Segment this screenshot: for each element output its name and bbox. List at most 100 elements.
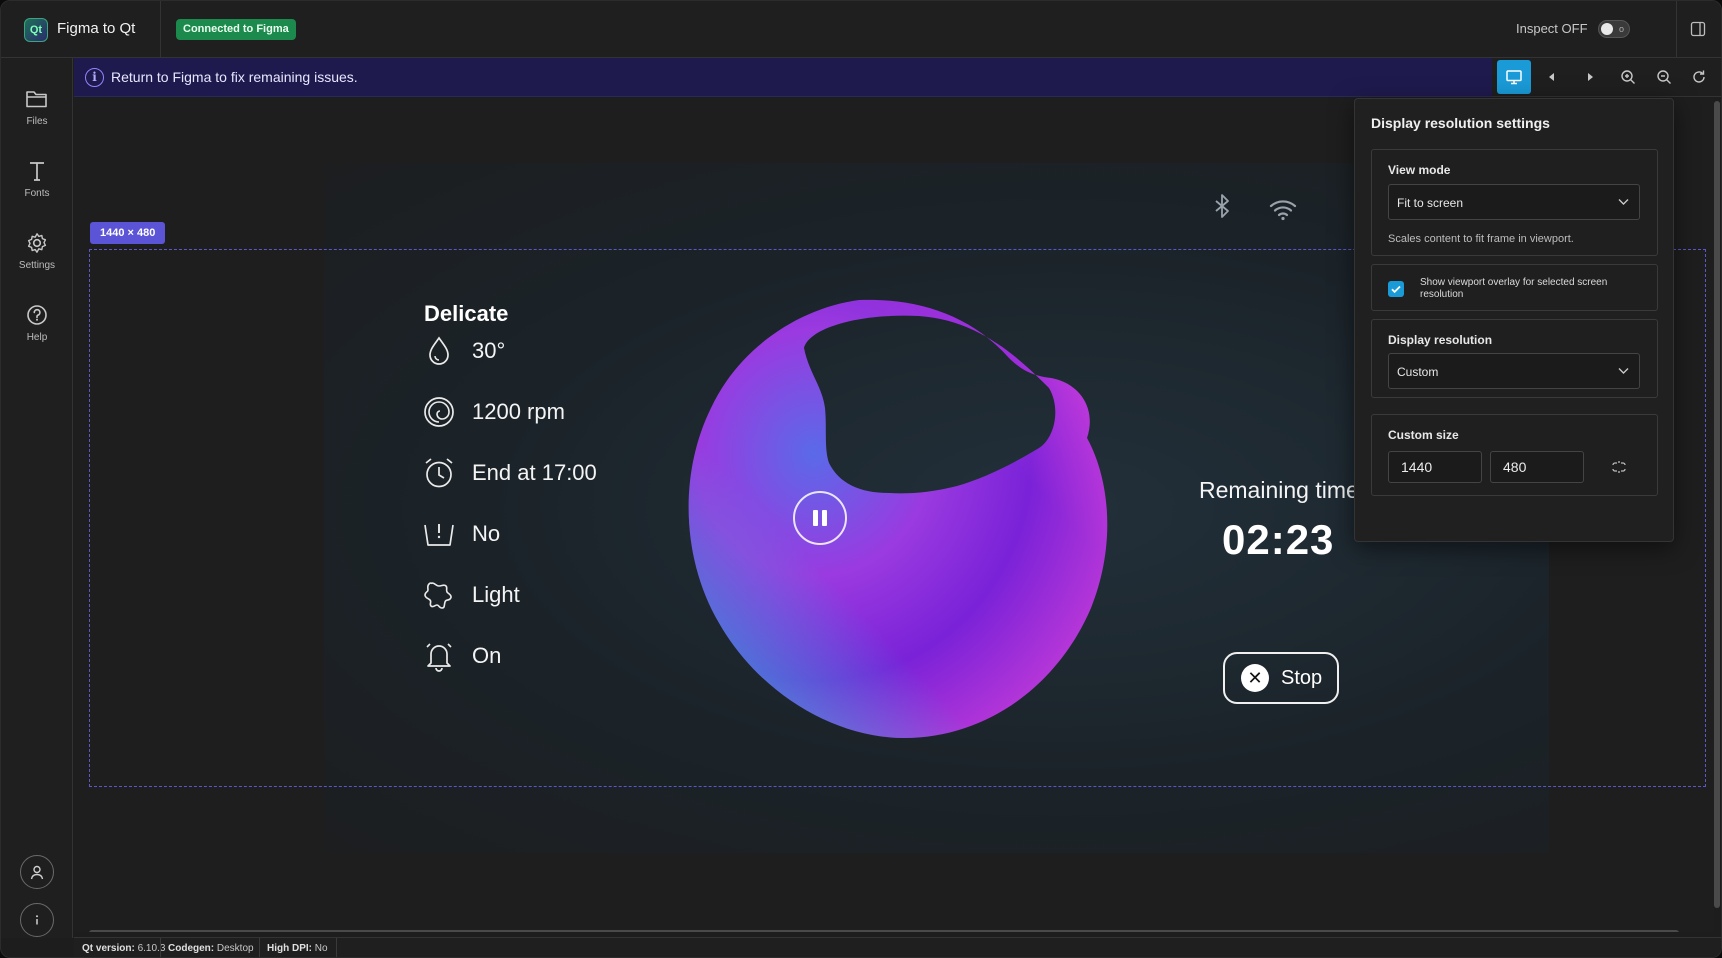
view-mode-hint: Scales content to fit frame in viewport. — [1388, 233, 1574, 245]
notification-row: On — [422, 638, 501, 674]
view-mode-label: View mode — [1388, 163, 1451, 177]
reset-zoom-button[interactable] — [1682, 60, 1716, 94]
codegen-label: Codegen: — [168, 943, 215, 954]
display-icon — [1506, 70, 1522, 85]
title-bar: Qt Figma to Qt Connected to Figma Inspec… — [1, 1, 1721, 58]
viewport-overlay-label: Show viewport overlay for selected scree… — [1420, 277, 1608, 300]
zoom-out-button[interactable] — [1647, 60, 1681, 94]
display-resolution-label: Display resolution — [1388, 333, 1493, 347]
divider — [160, 938, 161, 957]
close-icon: ✕ — [1241, 664, 1269, 692]
stain-icon — [424, 582, 452, 609]
custom-width-input[interactable]: 1440 — [1388, 451, 1482, 483]
remaining-time-label: Remaining time — [1199, 477, 1359, 503]
viewport-overlay-checkbox[interactable] — [1388, 281, 1404, 297]
user-icon — [30, 865, 44, 880]
horizontal-scrollbar[interactable] — [89, 930, 1679, 932]
divider — [259, 938, 260, 957]
sidebar-item-label: Files — [26, 116, 48, 127]
sidebar-item-label: Help — [26, 332, 48, 343]
qt-version-label: Qt version: — [82, 943, 135, 954]
sidebar-item-settings[interactable]: Settings — [1, 232, 73, 292]
viewport-toolbar — [1492, 58, 1721, 97]
app-title: Figma to Qt — [57, 20, 136, 37]
soil-level-value: Light — [472, 582, 520, 607]
display-resolution-card: Display resolution Custom — [1371, 319, 1658, 398]
display-resolution-select[interactable]: Custom — [1388, 353, 1640, 389]
custom-size-label: Custom size — [1388, 428, 1459, 442]
folder-icon — [26, 91, 47, 108]
soil-level-row: Light — [422, 577, 520, 613]
info-icon — [36, 915, 38, 925]
reset-icon — [1693, 70, 1705, 83]
temperature-value: 30° — [472, 338, 506, 363]
pause-button[interactable] — [793, 491, 847, 545]
zoom-in-button[interactable] — [1611, 60, 1645, 94]
display-resolution-popover: Display resolution settings View mode Fi… — [1354, 98, 1674, 542]
codegen-value: Desktop — [216, 943, 254, 954]
info-icon: i — [85, 68, 104, 87]
link-dimensions-icon[interactable] — [1611, 459, 1627, 475]
previous-button[interactable] — [1535, 60, 1569, 94]
bluetooth-icon — [1215, 194, 1229, 218]
chevron-down-icon — [1618, 199, 1629, 205]
alarm-clock-icon — [425, 458, 453, 488]
spin-value: 1200 rpm — [472, 399, 565, 424]
sidebar-item-label: Settings — [18, 260, 56, 271]
prev-icon — [1549, 73, 1554, 81]
display-settings-button[interactable] — [1497, 60, 1531, 94]
bell-icon — [426, 643, 452, 672]
pause-icon-bar — [822, 510, 827, 526]
prewash-value: No — [472, 521, 501, 546]
sidebar-item-files[interactable]: Files — [1, 88, 73, 148]
stop-button-label: Stop — [1281, 666, 1323, 689]
info-banner: i Return to Figma to fix remaining issue… — [74, 58, 1492, 97]
basin-icon — [424, 524, 454, 546]
next-icon — [1588, 73, 1593, 81]
sidebar-item-help[interactable]: Help — [1, 304, 73, 364]
vertical-scrollbar[interactable] — [1714, 101, 1720, 908]
popover-title: Display resolution settings — [1371, 115, 1550, 131]
inspect-toggle[interactable]: o — [1598, 20, 1630, 38]
sidebar-item-fonts[interactable]: Fonts — [1, 160, 73, 220]
gear-icon — [27, 233, 47, 253]
chevron-down-icon — [1618, 368, 1629, 374]
frame-size-badge: 1440 × 480 — [90, 222, 166, 244]
account-button[interactable] — [20, 855, 54, 889]
end-time-row: End at 17:00 — [422, 455, 597, 491]
toggle-knob — [1601, 23, 1613, 35]
next-button[interactable] — [1573, 60, 1607, 94]
pause-icon-bar — [813, 510, 818, 526]
sidebar-item-label: Fonts — [24, 188, 50, 199]
high-dpi-label: High DPI: — [267, 943, 312, 954]
status-bar: Qt version: 6.10.3 Codegen: Desktop High… — [74, 937, 1721, 957]
left-sidebar: Files Fonts Settings Help — [1, 58, 73, 938]
divider — [160, 1, 161, 58]
qt-logo: Qt — [24, 18, 48, 42]
high-dpi-item: High DPI: No — [267, 943, 328, 954]
spin-icon — [424, 397, 454, 427]
about-button[interactable] — [20, 903, 54, 937]
custom-height-input[interactable]: 480 — [1490, 451, 1584, 483]
view-mode-value: Fit to screen — [1397, 196, 1464, 210]
end-time-value: End at 17:00 — [472, 460, 597, 485]
stop-button[interactable]: ✕ Stop — [1223, 652, 1339, 704]
notification-value: On — [472, 643, 502, 668]
progress-blob-graphic — [688, 299, 1108, 738]
toggle-panel-icon[interactable] — [1690, 21, 1706, 37]
overlay-option-card: Show viewport overlay for selected scree… — [1371, 264, 1658, 311]
custom-size-card: Custom size 1440 480 — [1371, 414, 1658, 496]
connection-status-badge: Connected to Figma — [176, 19, 296, 40]
text-icon — [30, 162, 44, 181]
toggle-off-glyph: o — [1618, 24, 1624, 34]
checkmark-icon — [1391, 285, 1401, 294]
wifi-icon — [1269, 200, 1297, 221]
qt-version-item: Qt version: 6.10.3 — [82, 943, 165, 954]
view-mode-card: View mode Fit to screen Scales content t… — [1371, 149, 1658, 256]
view-mode-select[interactable]: Fit to screen — [1388, 184, 1640, 220]
app-window: Qt Figma to Qt Connected to Figma Inspec… — [0, 0, 1722, 958]
help-icon — [27, 305, 47, 325]
water-drop-icon — [429, 336, 449, 365]
inspect-label: Inspect OFF — [1516, 21, 1588, 36]
divider — [1676, 1, 1677, 58]
